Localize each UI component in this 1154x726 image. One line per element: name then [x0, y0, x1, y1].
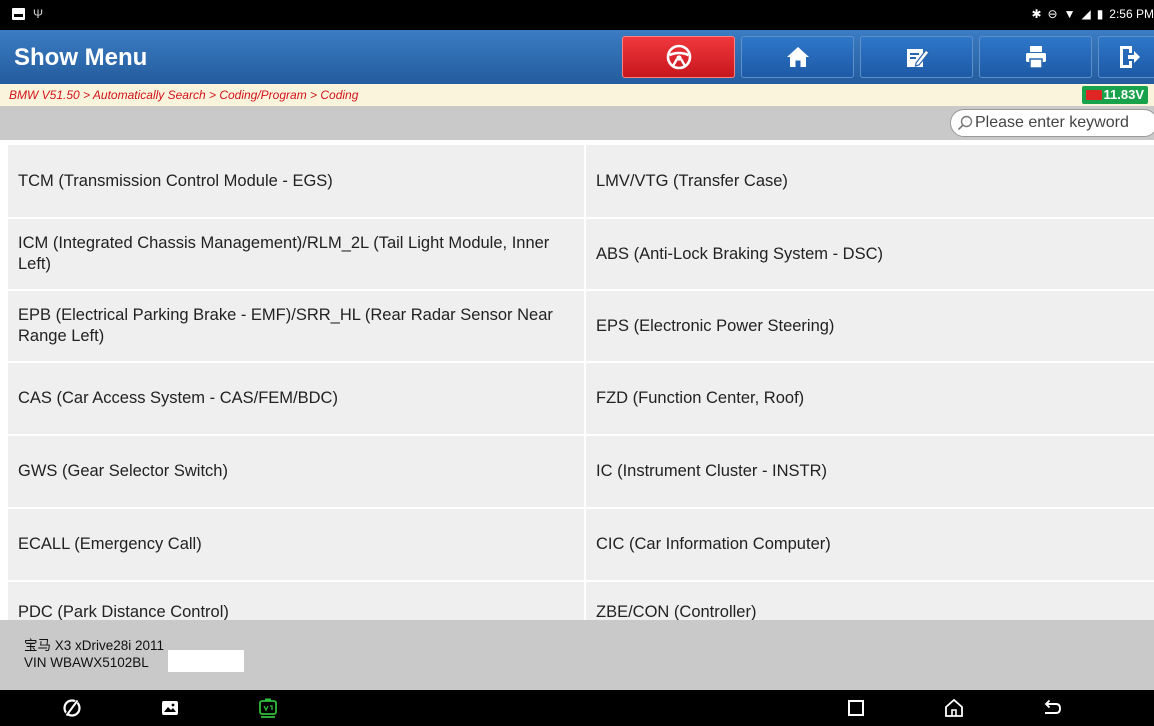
breadcrumb: BMW V51.50 > Automatically Search > Codi…: [0, 84, 1154, 106]
module-item[interactable]: IC (Instrument Cluster - INSTR): [586, 436, 1154, 507]
module-item[interactable]: CIC (Car Information Computer): [586, 509, 1154, 580]
table-row: TCM (Transmission Control Module - EGS) …: [8, 145, 1154, 217]
search-icon: [957, 115, 973, 131]
printer-icon: [1025, 46, 1046, 69]
vin-redaction: [168, 650, 244, 672]
module-item[interactable]: PDC (Park Distance Control): [8, 582, 584, 620]
table-row: ICM (Integrated Chassis Management)/RLM_…: [8, 219, 1154, 289]
module-item[interactable]: EPB (Electrical Parking Brake - EMF)/SRR…: [8, 291, 584, 361]
module-item[interactable]: ZBE/CON (Controller): [586, 582, 1154, 620]
browser-icon: [63, 699, 81, 717]
module-item[interactable]: ECALL (Emergency Call): [8, 509, 584, 580]
signal-icon: ◢: [1081, 7, 1091, 21]
recents-icon: [848, 700, 864, 716]
battery-voltage-badge: 11.83V: [1081, 86, 1148, 104]
module-item[interactable]: EPS (Electronic Power Steering): [586, 291, 1154, 361]
vci-button[interactable]: [256, 696, 280, 720]
module-item[interactable]: LMV/VTG (Transfer Case): [586, 145, 1154, 217]
module-list: TCM (Transmission Control Module - EGS) …: [8, 145, 1154, 620]
search-box[interactable]: [950, 109, 1154, 137]
page-title: Show Menu: [14, 44, 148, 71]
title-bar: Show Menu: [0, 30, 1154, 84]
back-button[interactable]: [1040, 696, 1064, 720]
module-item[interactable]: GWS (Gear Selector Switch): [8, 436, 584, 507]
car-battery-icon: [1085, 90, 1102, 100]
exit-icon: [1120, 46, 1140, 68]
navigation-bar: [0, 690, 1154, 726]
usb-icon: Ψ: [33, 7, 44, 21]
table-row: GWS (Gear Selector Switch) IC (Instrumen…: [8, 436, 1154, 507]
wifi-icon: ▼: [1063, 7, 1076, 21]
table-row: EPB (Electrical Parking Brake - EMF)/SRR…: [8, 291, 1154, 361]
home-icon: [945, 698, 963, 717]
table-row: CAS (Car Access System - CAS/FEM/BDC) FZ…: [8, 363, 1154, 434]
module-item[interactable]: ICM (Integrated Chassis Management)/RLM_…: [8, 219, 584, 289]
table-row: PDC (Park Distance Control) ZBE/CON (Con…: [8, 582, 1154, 620]
module-item[interactable]: FZD (Function Center, Roof): [586, 363, 1154, 434]
clock: 2:56 PM: [1109, 7, 1154, 21]
vehicle-vin: VIN WBAWX5102BL: [24, 655, 149, 670]
steering-wheel-icon: [666, 44, 691, 70]
vci-icon: [259, 698, 277, 718]
home-nav-button[interactable]: [942, 696, 966, 720]
module-item[interactable]: ABS (Anti-Lock Braking System - DSC): [586, 219, 1154, 289]
vehicle-info-bar: 宝马 X3 xDrive28i 2011 VIN WBAWX5102BL: [0, 620, 1154, 690]
search-input[interactable]: [975, 114, 1154, 132]
gallery-button[interactable]: [158, 696, 182, 720]
home-icon: [786, 47, 809, 67]
edit-report-button[interactable]: [860, 36, 973, 78]
voltage-value: 11.83V: [1103, 87, 1145, 102]
exit-button[interactable]: [1098, 36, 1154, 78]
do-not-disturb-icon: ⊖: [1047, 7, 1058, 21]
battery-icon: ▮: [1096, 7, 1104, 21]
back-icon: [1044, 699, 1061, 714]
print-button[interactable]: [979, 36, 1092, 78]
notification-square-icon: [12, 8, 25, 20]
breadcrumb-path: BMW V51.50 > Automatically Search > Codi…: [9, 88, 359, 102]
edit-icon: [906, 49, 930, 67]
recents-button[interactable]: [844, 696, 868, 720]
browser-button[interactable]: [60, 696, 84, 720]
module-item[interactable]: CAS (Car Access System - CAS/FEM/BDC): [8, 363, 584, 434]
status-bar: Ψ ✱ ⊖ ▼ ◢ ▮ 2:56 PM: [0, 0, 1154, 30]
steering-wheel-button[interactable]: [622, 36, 735, 78]
gallery-icon: [162, 701, 178, 715]
search-row: [0, 106, 1154, 140]
bluetooth-icon: ✱: [1031, 7, 1042, 21]
table-row: ECALL (Emergency Call) CIC (Car Informat…: [8, 509, 1154, 580]
vehicle-model: 宝马 X3 xDrive28i 2011: [24, 638, 165, 653]
module-item[interactable]: TCM (Transmission Control Module - EGS): [8, 145, 584, 217]
home-button[interactable]: [741, 36, 854, 78]
